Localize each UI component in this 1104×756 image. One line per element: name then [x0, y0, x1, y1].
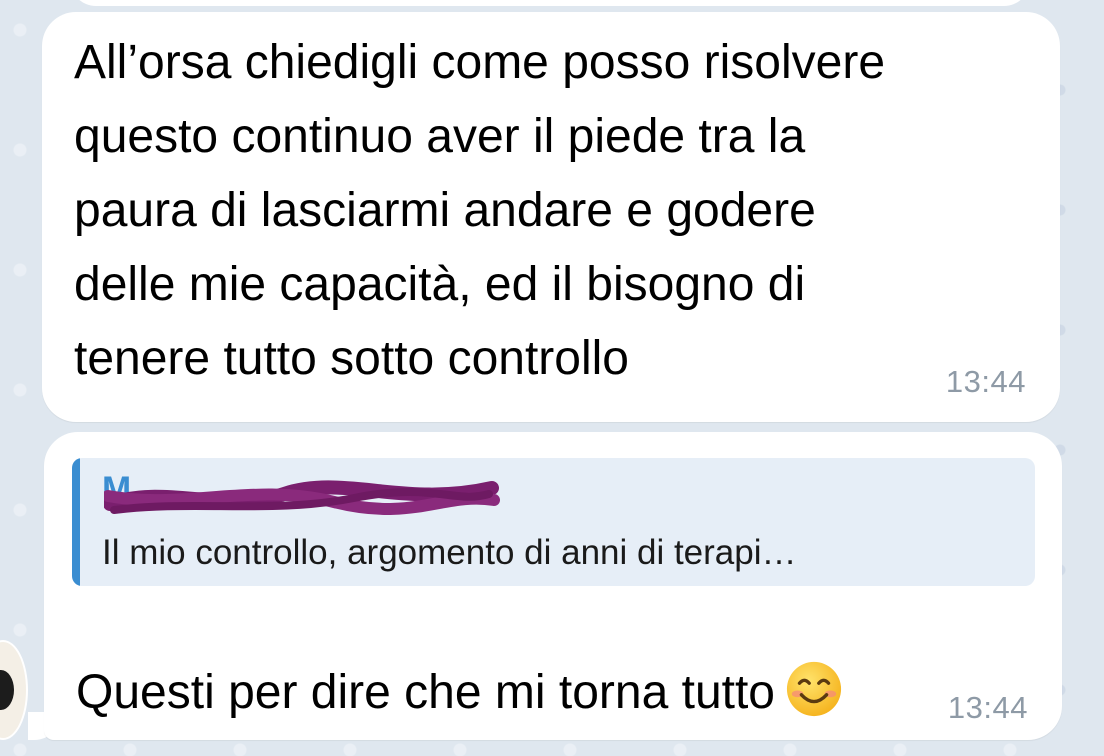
message-text: All’orsa chiedigli come posso risolvere …: [74, 36, 886, 385]
message-timestamp: 13:44: [945, 364, 1026, 399]
message-bubble[interactable]: All’orsa chiedigli come posso risolvere …: [42, 12, 1060, 422]
message-text-content: Questi per dire che mi torna tutto: [76, 666, 775, 719]
message-text: Questi per dire che mi torna tutto: [76, 604, 843, 721]
previous-message-bubble[interactable]: [70, 0, 1030, 6]
redaction-scribble: [104, 480, 500, 515]
avatar-image: [0, 670, 14, 710]
message-bubble-with-reply[interactable]: M Il mio controllo, argomento di anni di…: [44, 432, 1062, 740]
reply-accent-bar: [72, 458, 80, 586]
smiling-face-emoji-icon: [786, 661, 842, 717]
message-timestamp: 13:44: [947, 690, 1028, 725]
reply-preview-text: Il mio controllo, argomento di anni di t…: [102, 533, 797, 572]
reply-quote[interactable]: M Il mio controllo, argomento di anni di…: [72, 458, 1035, 586]
